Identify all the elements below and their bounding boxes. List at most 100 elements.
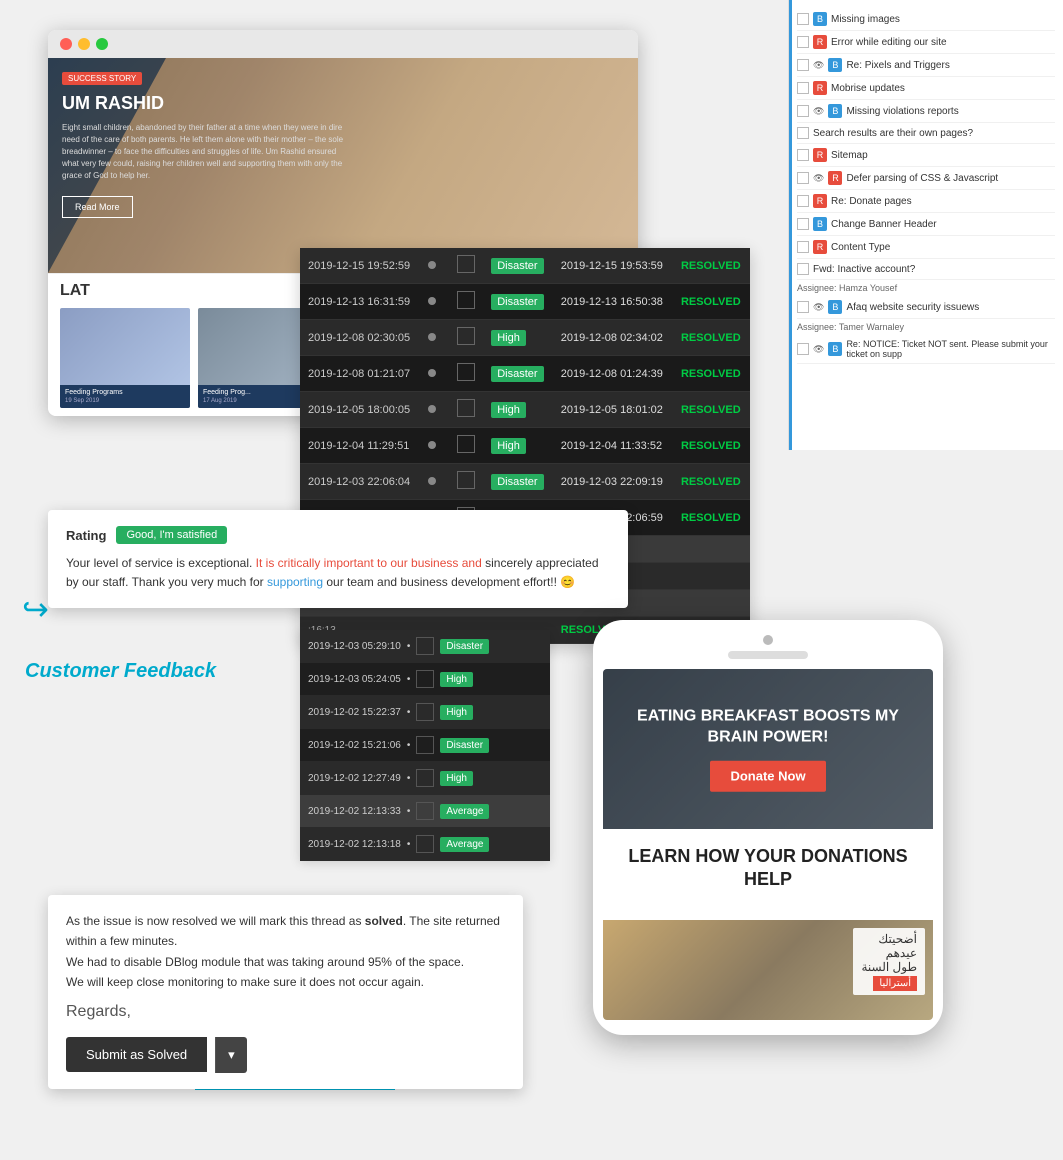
ticket-status: RESOLVED	[673, 428, 750, 464]
btr-checkbox-2[interactable]	[416, 703, 434, 721]
issue-tracker-panel: B Missing images R Error while editing o…	[788, 0, 1063, 450]
feedback-highlight2: supporting	[267, 575, 323, 589]
ticket-date-end: 2019-12-04 11:33:52	[553, 428, 673, 464]
table-row[interactable]: 2019-12-08 02:30:05 High 2019-12-08 02:3…	[300, 320, 750, 356]
assignee-issue-0[interactable]: 👁 B Afaq website security issuews	[797, 296, 1055, 319]
issue-icon-0: B	[813, 12, 827, 26]
issue-checkbox-10[interactable]	[797, 241, 809, 253]
ticket-checkbox[interactable]	[449, 284, 484, 320]
issue-row-1[interactable]: R Error while editing our site	[797, 31, 1055, 54]
ticket-date-end: 2019-12-03 22:09:19	[553, 464, 673, 500]
issue-checkbox-6[interactable]	[797, 149, 809, 161]
btr-severity-5: Average	[440, 804, 489, 819]
table-row[interactable]: 2019-12-13 16:31:59 Disaster 2019-12-13 …	[300, 284, 750, 320]
arabic-text-block: أضحيتك عيدهم طول السنة أستراليا	[853, 928, 925, 995]
ticket-date-end: 2019-12-08 01:24:39	[553, 356, 673, 392]
latest-card-1[interactable]: Feeding Programs 19 Sep 2019	[60, 308, 190, 408]
btr-checkbox-0[interactable]	[416, 637, 434, 655]
feedback-part3: our team and business development effort…	[323, 575, 575, 589]
maximize-dot[interactable]	[96, 38, 108, 50]
assignee-checkbox-1[interactable]	[797, 343, 809, 355]
issue-checkbox-3[interactable]	[797, 82, 809, 94]
ticket-checkbox[interactable]	[449, 320, 484, 356]
assignee-text-0: Afaq website security issuews	[846, 302, 1055, 313]
bottom-row-1[interactable]: 2019-12-03 05:24:05 • High	[300, 663, 550, 696]
btr-date-1: 2019-12-03 05:24:05	[308, 674, 401, 685]
bottom-row-4[interactable]: 2019-12-02 12:27:49 • High	[300, 762, 550, 795]
btr-checkbox-3[interactable]	[416, 736, 434, 754]
bottom-row-2[interactable]: 2019-12-02 15:22:37 • High	[300, 696, 550, 729]
btr-checkbox-1[interactable]	[416, 670, 434, 688]
issue-checkbox-7[interactable]	[797, 172, 809, 184]
ticket-checkbox[interactable]	[449, 464, 484, 500]
btr-checkbox-4[interactable]	[416, 769, 434, 787]
btr-checkbox-5[interactable]	[416, 802, 434, 820]
issue-row-6[interactable]: R Sitemap	[797, 144, 1055, 167]
bottom-row-3[interactable]: 2019-12-02 15:21:06 • Disaster	[300, 729, 550, 762]
issue-text-7: Defer parsing of CSS & Javascript	[846, 173, 1055, 184]
read-more-button[interactable]: Read More	[62, 196, 133, 218]
arabic-line-1: أضحيتك	[861, 932, 917, 946]
issue-row-11[interactable]: Fwd: Inactive account?	[797, 259, 1055, 280]
ticket-dot	[420, 464, 448, 500]
issue-checkbox-9[interactable]	[797, 218, 809, 230]
minimize-dot[interactable]	[78, 38, 90, 50]
submit-arrow-button[interactable]: ▾	[215, 1037, 247, 1073]
btr-checkbox-6[interactable]	[416, 835, 434, 853]
arabic-line-3: طول السنة	[861, 960, 917, 974]
bottom-row-6[interactable]: 2019-12-02 12:13:18 • Average	[300, 828, 550, 861]
table-row[interactable]: 2019-12-05 18:00:05 High 2019-12-05 18:0…	[300, 392, 750, 428]
issue-checkbox-0[interactable]	[797, 13, 809, 25]
btr-dot-6: •	[407, 839, 411, 850]
issue-row-5[interactable]: Search results are their own pages?	[797, 123, 1055, 144]
issue-row-3[interactable]: R Mobrise updates	[797, 77, 1055, 100]
submit-solved-button[interactable]: Submit as Solved	[66, 1037, 207, 1072]
table-row[interactable]: 2019-12-08 01:21:07 Disaster 2019-12-08 …	[300, 356, 750, 392]
phone-speaker	[728, 651, 808, 659]
assignee-checkbox-0[interactable]	[797, 301, 809, 313]
issue-row-9[interactable]: B Change Banner Header	[797, 213, 1055, 236]
ticket-checkbox[interactable]	[449, 392, 484, 428]
hero-section: Success Story UM RASHID Eight small chil…	[48, 58, 638, 273]
close-dot[interactable]	[60, 38, 72, 50]
donate-now-button[interactable]: Donate Now	[710, 760, 825, 791]
ticket-severity: Disaster	[483, 284, 553, 320]
issue-row-8[interactable]: R Re: Donate pages	[797, 190, 1055, 213]
issue-checkbox-5[interactable]	[797, 127, 809, 139]
ticket-checkbox[interactable]	[449, 356, 484, 392]
ticket-dot	[420, 428, 448, 464]
ticket-date-start: 2019-12-08 01:21:07	[300, 356, 420, 392]
ticket-checkbox[interactable]	[449, 248, 484, 284]
assignee-issue-1[interactable]: 👁 B Re: NOTICE: Ticket NOT sent. Please …	[797, 335, 1055, 364]
phone-hero-section: EATING BREAKFAST BOOSTS MY BRAIN POWER! …	[603, 669, 933, 829]
browser-toolbar	[48, 30, 638, 58]
issue-checkbox-1[interactable]	[797, 36, 809, 48]
assignee-icon-0: B	[828, 300, 842, 314]
issue-text-5: Search results are their own pages?	[813, 128, 1055, 139]
issue-checkbox-8[interactable]	[797, 195, 809, 207]
ticket-status: RESOLVED	[673, 248, 750, 284]
issue-row-0[interactable]: B Missing images	[797, 8, 1055, 31]
issue-checkbox-11[interactable]	[797, 263, 809, 275]
arabic-badge: أستراليا	[873, 976, 917, 991]
issue-row-10[interactable]: R Content Type	[797, 236, 1055, 259]
ticket-status: RESOLVED	[673, 284, 750, 320]
table-row[interactable]: 2019-12-04 11:29:51 High 2019-12-04 11:3…	[300, 428, 750, 464]
btr-severity-1: High	[440, 672, 473, 687]
phone-learn-title: LEARN HOW YOUR DONATIONS HELP	[615, 845, 921, 892]
issue-row-7[interactable]: 👁 R Defer parsing of CSS & Javascript	[797, 167, 1055, 190]
bottom-row-5[interactable]: 2019-12-02 12:13:33 • Average	[300, 795, 550, 828]
btr-severity-2: High	[440, 705, 473, 720]
btr-dot-3: •	[407, 740, 411, 751]
ticket-checkbox[interactable]	[449, 428, 484, 464]
table-row[interactable]: 2019-12-15 19:52:59 Disaster 2019-12-15 …	[300, 248, 750, 284]
bottom-row-0[interactable]: 2019-12-03 05:29:10 • Disaster	[300, 630, 550, 663]
issue-row-2[interactable]: 👁 B Re: Pixels and Triggers	[797, 54, 1055, 77]
issue-row-4[interactable]: 👁 B Missing violations reports	[797, 100, 1055, 123]
table-row[interactable]: 2019-12-03 22:06:04 Disaster 2019-12-03 …	[300, 464, 750, 500]
tracker-accent-line	[789, 0, 792, 450]
ticket-dot	[420, 248, 448, 284]
issue-checkbox-4[interactable]	[797, 105, 809, 117]
issue-checkbox-2[interactable]	[797, 59, 809, 71]
issue-text-8: Re: Donate pages	[831, 196, 1055, 207]
